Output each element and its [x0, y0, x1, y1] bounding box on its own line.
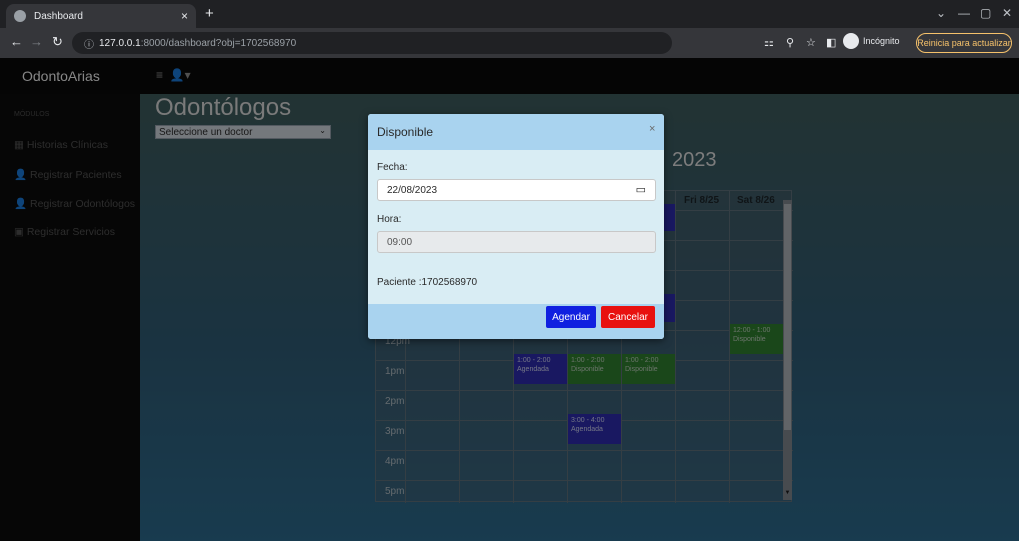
- side-panel-icon[interactable]: ◧: [826, 36, 836, 49]
- close-window-icon[interactable]: ✕: [1002, 6, 1012, 20]
- restore-icon[interactable]: ▢: [980, 6, 991, 20]
- browser-tab-bar: Dashboard × + ⌄ — ▢ ✕: [0, 0, 1019, 28]
- favicon-icon: [14, 10, 26, 22]
- tab-close-icon[interactable]: ×: [181, 9, 188, 23]
- url-host: 127.0.0.1: [99, 37, 141, 49]
- calendar-icon[interactable]: ▭: [636, 183, 646, 196]
- new-tab-button[interactable]: +: [205, 6, 214, 21]
- hora-value: 09:00: [387, 236, 413, 248]
- browser-tab[interactable]: Dashboard ×: [6, 4, 196, 28]
- fecha-value: 22/08/2023: [387, 184, 438, 196]
- fecha-input[interactable]: 22/08/2023 ▭: [377, 179, 656, 201]
- update-button[interactable]: Reinicia para actualizar: [916, 33, 1012, 53]
- reload-icon[interactable]: ↻: [52, 35, 63, 49]
- minimize-icon[interactable]: —: [958, 6, 970, 20]
- paciente-text: Paciente :1702568970: [377, 277, 478, 288]
- agendar-button[interactable]: Agendar: [546, 306, 596, 328]
- fecha-label: Fecha:: [377, 162, 408, 173]
- site-info-icon[interactable]: ⓘ: [84, 36, 94, 51]
- tab-title: Dashboard: [34, 10, 83, 22]
- hora-input[interactable]: 09:00: [377, 231, 656, 253]
- incognito-indicator[interactable]: Incógnito: [843, 33, 900, 49]
- address-bar[interactable]: ⓘ 127.0.0.1 :8000/dashboard?obj=17025689…: [72, 32, 672, 54]
- modal-header: Disponible ×: [368, 114, 664, 150]
- forward-arrow-icon[interactable]: →: [30, 35, 43, 49]
- zoom-icon[interactable]: ⚲: [786, 36, 794, 49]
- browser-toolbar: ← → ↻ ⓘ 127.0.0.1 :8000/dashboard?obj=17…: [0, 28, 1019, 58]
- tab-search-icon[interactable]: ⌄: [936, 6, 946, 20]
- cancelar-button[interactable]: Cancelar: [601, 306, 655, 328]
- close-icon[interactable]: ×: [649, 123, 655, 135]
- back-arrow-icon[interactable]: ←: [10, 35, 23, 49]
- app: OdontoArias ≡ 👤▾ MÓDULOS ▦ Historias Clí…: [0, 58, 1019, 541]
- url-path: :8000/dashboard?obj=1702568970: [140, 37, 297, 49]
- incognito-label: Incógnito: [863, 36, 900, 46]
- hora-label: Hora:: [377, 214, 402, 225]
- modal-title: Disponible: [377, 125, 434, 139]
- appointment-modal: Disponible × Fecha: 22/08/2023 ▭ Hora: 0…: [368, 114, 664, 339]
- bookmark-star-icon[interactable]: ☆: [806, 36, 816, 49]
- incognito-icon: [843, 33, 859, 49]
- translate-icon[interactable]: ⚏: [764, 36, 774, 49]
